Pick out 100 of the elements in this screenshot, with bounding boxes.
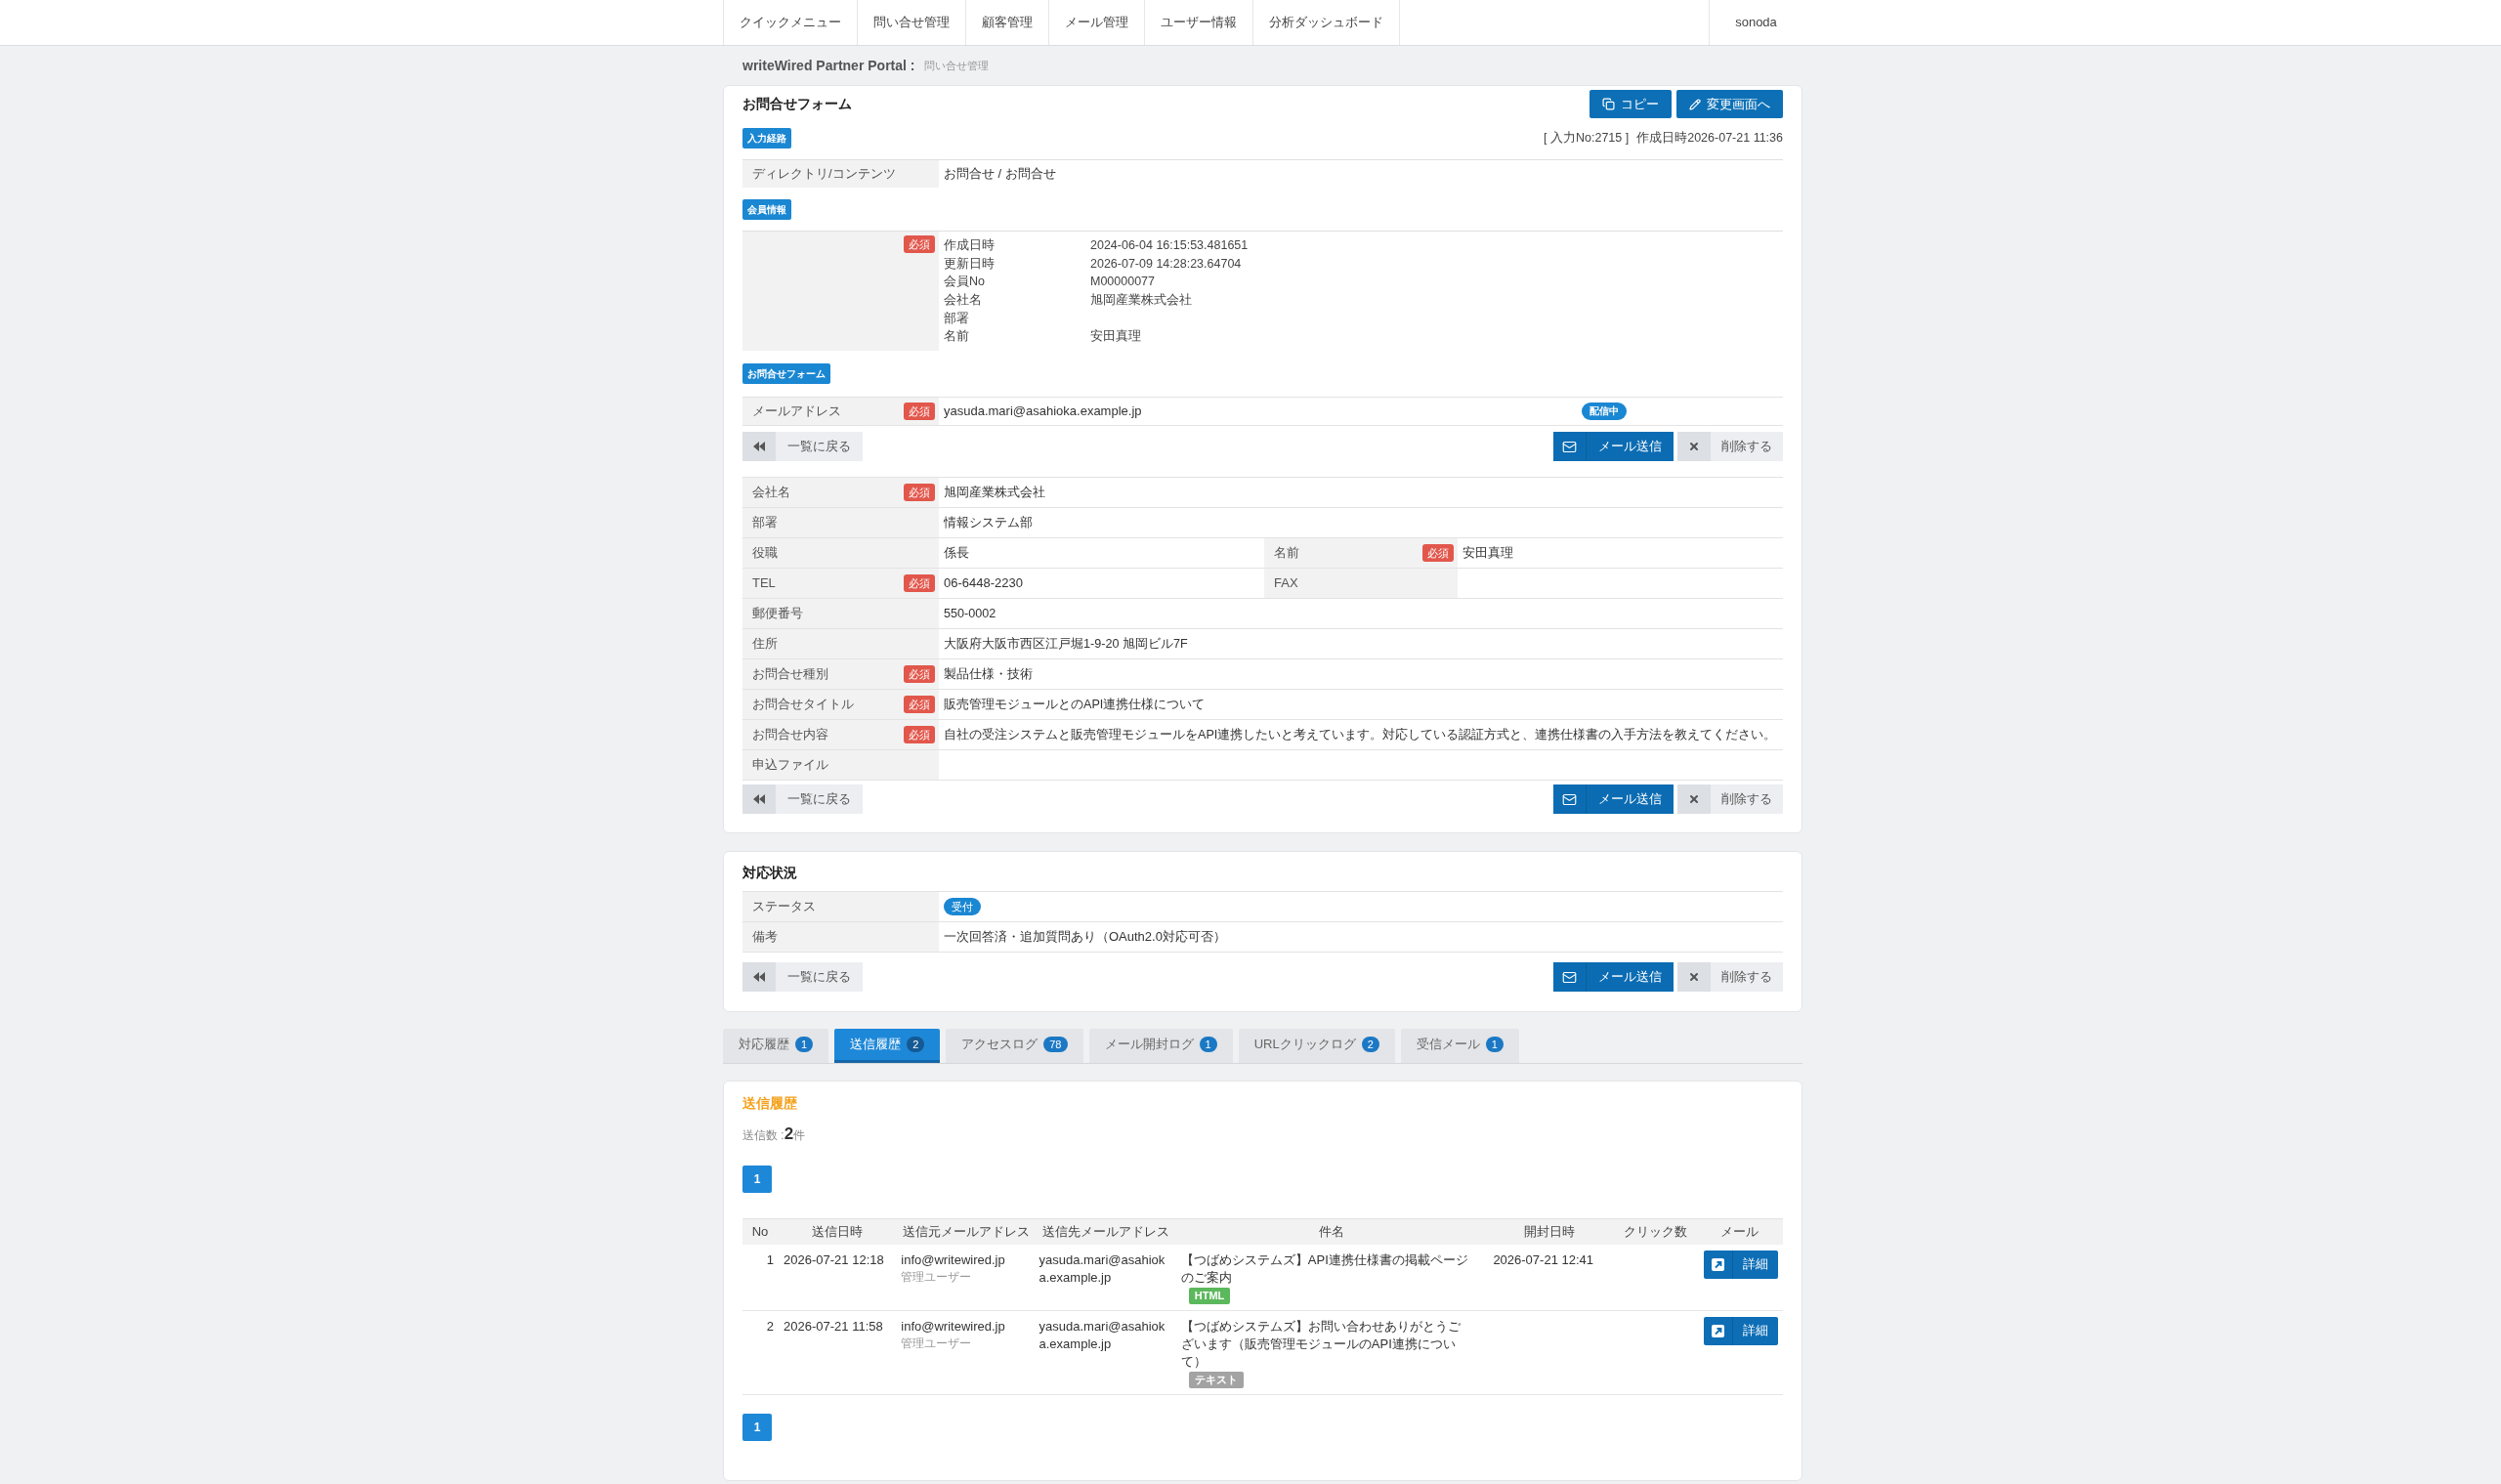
email-value: yasuda.mari@asahioka.example.jp [944,403,1143,421]
delete-button[interactable]: 削除する [1677,784,1783,815]
close-icon [1688,971,1700,984]
tab[interactable]: 送信履歴 2 [834,1029,941,1064]
subject-text: 【つばめシステムズ】API連携仕様書の掲載ページのご案内 [1180,1251,1469,1287]
section-label: お問合せフォーム [742,363,830,385]
required-badge: 必須 [904,484,935,502]
external-link-icon [1712,1324,1724,1337]
member-field-value: 2024-06-04 16:15:53.481651 [1090,236,1249,254]
user-menu[interactable]: sonoda [1735,13,1777,32]
back-button[interactable]: 一覧に戻る [742,784,863,815]
table-cell: 2 [742,1310,779,1395]
nav-link[interactable]: ユーザー情報 [1145,0,1253,45]
member-field-label: 会社名 [944,292,983,310]
field-value: 一次回答済・追加質問あり（OAuth2.0対応可否） [944,928,1226,947]
nav-link[interactable]: メール管理 [1049,0,1145,45]
count-badge: 2 [1361,1037,1379,1053]
close-icon [1688,441,1700,453]
sender-email: info@writewired.jp [901,1251,1006,1269]
delete-button[interactable]: 削除する [1677,432,1783,462]
sender-role: 管理ユーザー [901,1335,973,1352]
send-mail-button[interactable]: メール送信 [1553,784,1674,815]
rewind-icon [753,794,765,805]
count-badge: 2 [907,1037,925,1053]
delete-button[interactable]: 削除する [1677,962,1783,993]
format-badge: HTML [1188,1287,1231,1304]
field-value: 大阪府大阪市西区江戸堀1-9-20 旭岡ビル7F [944,635,1188,653]
section-title: 送信履歴 [742,1093,798,1113]
required-badge: 必須 [904,696,935,714]
field-value: 販売管理モジュールとのAPI連携仕様について [944,696,1206,713]
member-field-value: 旭岡産業株式会社 [1090,292,1192,310]
field-label: 名前 [1274,544,1299,563]
created-date: 作成日時2026-07-21 11:36 [1636,129,1783,147]
send-mail-button[interactable]: メール送信 [1553,432,1674,462]
count-badge: 1 [1199,1037,1217,1053]
nav-link[interactable]: 問い合せ管理 [858,0,966,45]
tab[interactable]: URLクリックログ 2 [1238,1029,1395,1064]
sender-role: 管理ユーザー [901,1268,973,1286]
status-badge: 受付 [944,898,981,916]
nav-link[interactable]: 顧客管理 [966,0,1049,45]
required-badge: 必須 [904,574,935,593]
field-label: お問合せ内容 [752,726,828,744]
tab[interactable]: 受信メール 1 [1400,1029,1519,1064]
field-label: FAX [1274,574,1298,593]
table-cell: 2026-07-21 11:58 [778,1310,898,1395]
field-value: 旭岡産業株式会社 [944,484,1045,501]
column-header: 送信先メールアドレス [1035,1218,1177,1245]
table-cell: 1 [742,1244,779,1311]
edit-button[interactable]: 変更画面へ [1676,90,1783,118]
rewind-icon [753,442,765,452]
mail-icon [1562,969,1577,985]
page-button[interactable]: 1 [742,1166,772,1194]
status-badge: 配信中 [1582,403,1627,421]
site-title: writeWired Partner Portal : [742,56,915,75]
field-value: 550-0002 [944,605,996,622]
subject-text: 【つばめシステムズ】お問い合わせありがとうございます（販売管理モジュールのAPI連携について） [1180,1317,1462,1371]
required-badge: 必須 [904,726,935,744]
field-value: 製品仕様・技術 [944,665,1033,683]
field-value: 06-6448-2230 [944,574,1023,593]
required-badge: 必須 [904,665,935,684]
field-label: お問合せタイトル [752,696,854,714]
back-button[interactable]: 一覧に戻る [742,962,863,993]
table-cell: yasuda.mari@asahioka.example.jp [1035,1310,1177,1395]
send-mail-button[interactable]: メール送信 [1553,962,1674,993]
field-label: メールアドレス [752,403,841,421]
field-label: 部署 [752,514,778,532]
nav-link[interactable]: クイックメニュー [724,0,858,45]
detail-button[interactable]: 詳細 [1704,1316,1778,1345]
copy-icon [1602,98,1615,110]
copy-button[interactable]: コピー [1590,90,1672,118]
member-field-value: 安田真理 [1090,328,1141,346]
field-value: 係長 [944,544,969,563]
entry-number: [ 入力No:2715 ] [1544,129,1630,147]
field-value: 自社の受注システムと販売管理モジュールをAPI連携したいと考えています。対応している認証方式と、連携仕様書の入手方法を教えてください。 [944,726,1777,743]
field-label: 郵便番号 [752,605,803,623]
member-field-label: 名前 [944,328,970,346]
tab[interactable]: アクセスログ 78 [946,1029,1083,1064]
field-label: 申込ファイル [752,756,828,775]
required-badge: 必須 [904,235,935,253]
rewind-icon [753,972,765,983]
tab[interactable]: メール開封ログ 1 [1088,1029,1233,1064]
field-value: 安田真理 [1462,544,1513,563]
tab[interactable]: 対応履歴 1 [723,1029,829,1064]
mail-icon [1562,439,1577,454]
field-label: ディレクトリ/コンテンツ [752,165,896,184]
field-label: お問合せ種別 [752,665,828,684]
column-header: メール [1695,1218,1783,1245]
back-button[interactable]: 一覧に戻る [742,432,863,462]
table-cell: 2026-07-21 12:18 [778,1244,898,1311]
required-badge: 必須 [1422,544,1454,563]
detail-button[interactable]: 詳細 [1704,1250,1778,1279]
column-header: 件名 [1176,1218,1486,1245]
member-field-label: 会員No [944,274,986,291]
nav-link[interactable]: 分析ダッシュボード [1253,0,1400,45]
required-badge: 必須 [904,403,935,421]
member-field-value: M00000077 [1090,274,1156,291]
page-button[interactable]: 1 [742,1413,772,1441]
column-header: クリック数 [1614,1218,1696,1245]
section-label: 会員情報 [742,199,791,220]
member-field-label: 部署 [944,310,970,327]
